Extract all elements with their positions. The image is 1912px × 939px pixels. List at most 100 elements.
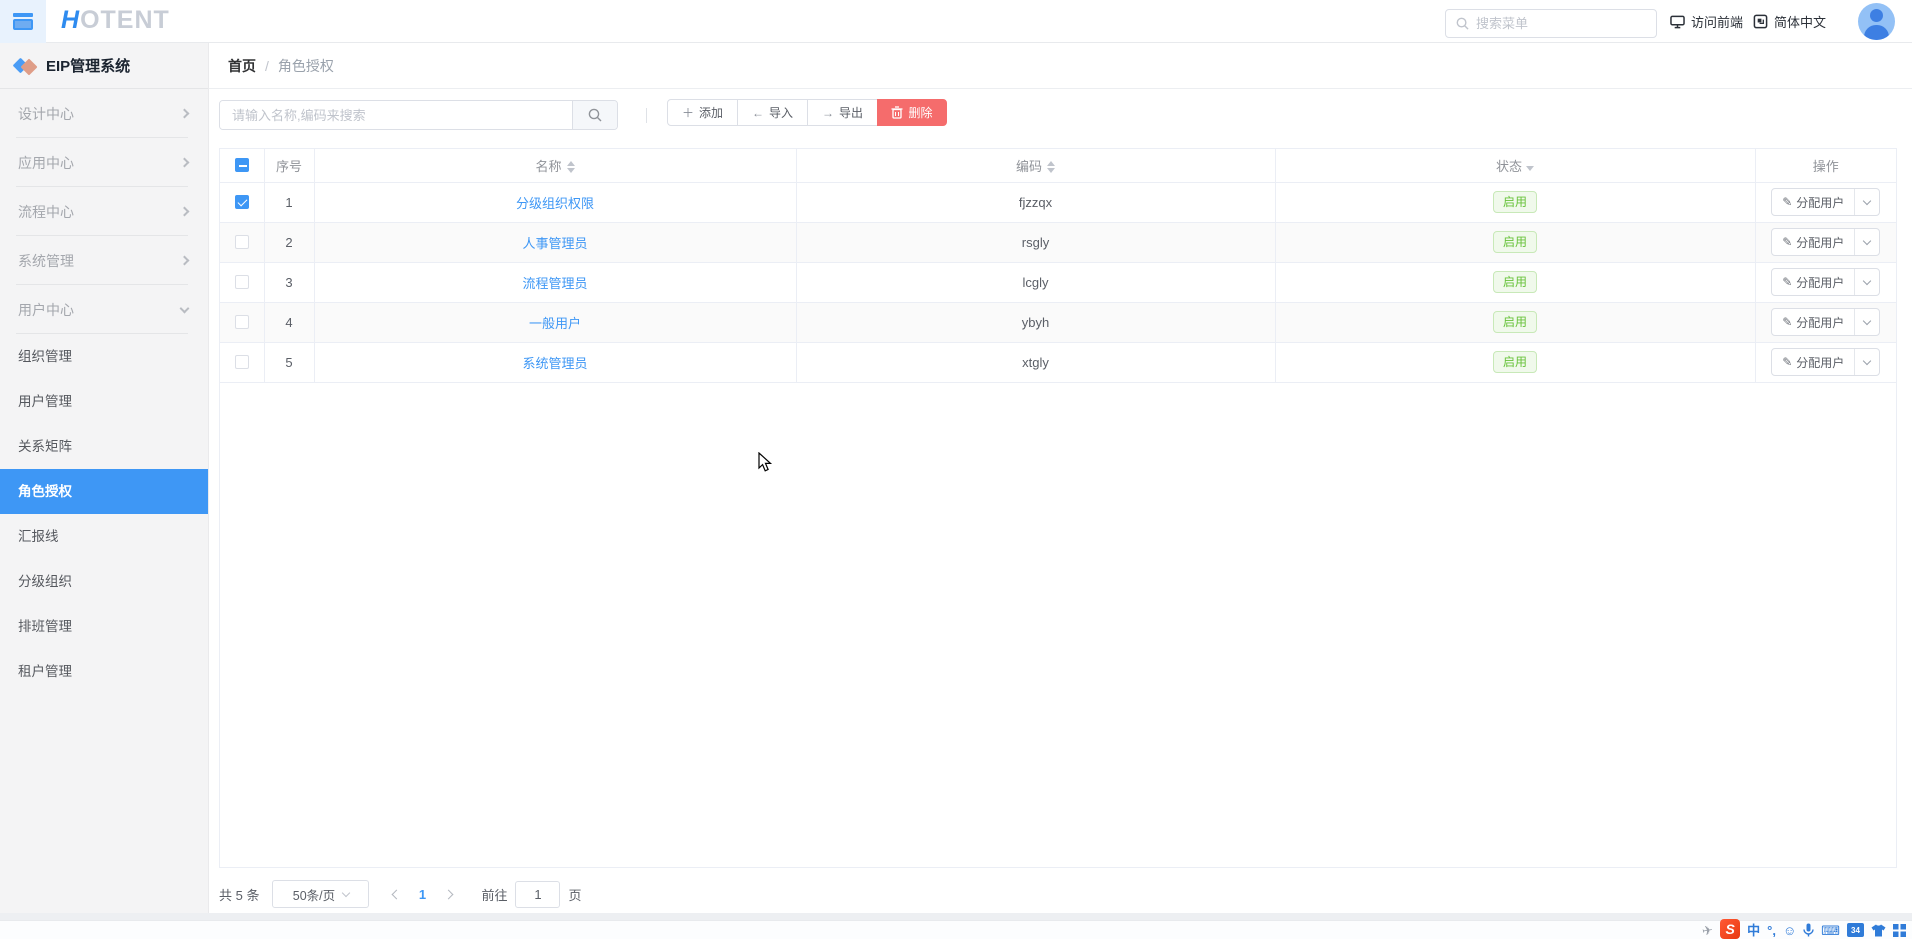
import-button[interactable]: ← 导入 — [737, 99, 808, 126]
next-page-button[interactable] — [435, 880, 461, 908]
table-row[interactable]: 3 流程管理员 lcgly 启用 ✎分配用户 — [220, 262, 1896, 302]
chevron-right-icon — [180, 207, 190, 217]
visit-frontend-label: 访问前端 — [1691, 12, 1743, 31]
assign-user-button[interactable]: ✎分配用户 — [1772, 309, 1854, 335]
assign-user-button[interactable]: ✎分配用户 — [1772, 269, 1854, 295]
sort-carets-icon[interactable] — [567, 161, 575, 173]
sidebar-item-app-center[interactable]: 应用中心 — [0, 138, 208, 187]
action-dropdown-button[interactable] — [1854, 349, 1879, 375]
sidebar-item-relation-matrix[interactable]: 关系矩阵 — [0, 424, 208, 469]
visit-frontend-button[interactable]: 访问前端 — [1670, 0, 1743, 43]
microphone-icon[interactable] — [1803, 923, 1814, 937]
breadcrumb-separator: / — [265, 58, 269, 74]
delete-button-label: 删除 — [908, 104, 932, 121]
punctuation-icon[interactable]: °, — [1767, 924, 1776, 937]
sidebar-item-label: 流程中心 — [18, 202, 74, 222]
page-size-value: 50条/页 — [293, 885, 335, 904]
status-badge: 启用 — [1493, 351, 1537, 373]
sidebar-item-shift-manage[interactable]: 排班管理 — [0, 604, 208, 649]
assign-user-split-button: ✎分配用户 — [1771, 308, 1880, 336]
add-button-label: 添加 — [699, 104, 723, 121]
column-header-code[interactable]: 编码 — [796, 149, 1275, 182]
avatar-body-shape — [1864, 25, 1889, 40]
column-header-index: 序号 — [264, 149, 314, 182]
toolbox-icon[interactable]: 34 — [1847, 923, 1864, 937]
sidebar-item-system-manage[interactable]: 系统管理 — [0, 236, 208, 285]
row-checkbox[interactable] — [235, 275, 249, 289]
keyboard-icon[interactable]: ⌨ — [1821, 924, 1840, 937]
collapse-menu-button[interactable] — [0, 0, 46, 43]
table-row[interactable]: 1 分级组织权限 fjzzqx 启用 ✎分配用户 — [220, 182, 1896, 222]
apps-grid-icon[interactable] — [1893, 924, 1906, 937]
page-size-select[interactable]: 50条/页 — [272, 880, 369, 908]
skin-icon[interactable] — [1871, 924, 1886, 937]
sidebar-item-user-center[interactable]: 用户中心 — [0, 285, 208, 334]
assign-user-button[interactable]: ✎分配用户 — [1772, 189, 1854, 215]
search-button[interactable] — [572, 101, 617, 129]
sidebar-item-label: 系统管理 — [18, 251, 74, 271]
row-checkbox[interactable] — [235, 355, 249, 369]
roles-table: 序号 名称 编码 状态 操作 1 分级组织权限 fjzzqx 启用 ✎分配用户 — [219, 148, 1897, 868]
sidebar-item-tenant-manage[interactable]: 租户管理 — [0, 649, 208, 694]
goto-page-input[interactable] — [515, 881, 560, 908]
sidebar-item-hierarchy-org[interactable]: 分级组织 — [0, 559, 208, 604]
action-dropdown-button[interactable] — [1854, 269, 1879, 295]
code-cell: ybyh — [796, 302, 1275, 342]
table-search-input[interactable] — [220, 101, 572, 129]
row-checkbox[interactable] — [235, 315, 249, 329]
column-header-name[interactable]: 名称 — [314, 149, 796, 182]
action-dropdown-button[interactable] — [1854, 189, 1879, 215]
role-name-link[interactable]: 一般用户 — [529, 316, 581, 331]
search-icon — [588, 108, 602, 122]
row-checkbox[interactable] — [235, 195, 249, 209]
sidebar-item-design-center[interactable]: 设计中心 — [0, 89, 208, 138]
table-row[interactable]: 5 系统管理员 xtgly 启用 ✎分配用户 — [220, 342, 1896, 382]
role-name-link[interactable]: 分级组织权限 — [516, 196, 594, 211]
sidebar-item-org-manage[interactable]: 组织管理 — [0, 334, 208, 379]
action-dropdown-button[interactable] — [1854, 229, 1879, 255]
language-label: 简体中文 — [1774, 12, 1826, 31]
menu-search-input[interactable] — [1476, 16, 1656, 31]
select-all-checkbox[interactable] — [235, 158, 249, 172]
add-button[interactable]: ＋ 添加 — [667, 99, 738, 126]
toolbar-button-group: ＋ 添加 ← 导入 → 导出 删除 — [667, 99, 947, 126]
taskbar: ✈ S 中 °, ☺ ⌨ 34 — [0, 920, 1912, 939]
language-switch-button[interactable]: 简体中文 — [1753, 0, 1826, 43]
export-button[interactable]: → 导出 — [807, 99, 878, 126]
chinese-mode-icon[interactable]: 中 — [1747, 924, 1760, 937]
assign-user-button[interactable]: ✎分配用户 — [1772, 229, 1854, 255]
sidebar-item-flow-center[interactable]: 流程中心 — [0, 187, 208, 236]
sidebar-item-user-manage[interactable]: 用户管理 — [0, 379, 208, 424]
status-badge: 启用 — [1493, 231, 1537, 253]
launcher-icon[interactable]: ✈ — [1701, 923, 1714, 938]
edit-pen-icon: ✎ — [1782, 235, 1792, 249]
sidebar-item-role-auth[interactable]: 角色授权 — [0, 469, 208, 514]
prev-page-button[interactable] — [383, 880, 409, 908]
table-row[interactable]: 2 人事管理员 rsgly 启用 ✎分配用户 — [220, 222, 1896, 262]
status-badge: 启用 — [1493, 191, 1537, 213]
edit-pen-icon: ✎ — [1782, 315, 1792, 329]
action-dropdown-button[interactable] — [1854, 309, 1879, 335]
role-name-link[interactable]: 人事管理员 — [522, 236, 587, 251]
assign-user-button[interactable]: ✎分配用户 — [1772, 349, 1854, 375]
edit-pen-icon: ✎ — [1782, 195, 1792, 209]
window-menu-icon — [13, 13, 33, 30]
emoji-icon[interactable]: ☺ — [1783, 924, 1796, 937]
breadcrumb-home-link[interactable]: 首页 — [228, 56, 256, 76]
row-checkbox[interactable] — [235, 235, 249, 249]
sogou-logo-icon[interactable]: S — [1720, 919, 1740, 939]
sidebar-item-label: 应用中心 — [18, 153, 74, 173]
role-name-link[interactable]: 流程管理员 — [522, 276, 587, 291]
current-page-number[interactable]: 1 — [409, 887, 435, 902]
hotent-logo[interactable]: HOTENT — [61, 6, 170, 35]
table-row[interactable]: 4 一般用户 ybyh 启用 ✎分配用户 — [220, 302, 1896, 342]
avatar[interactable] — [1858, 3, 1895, 40]
arrow-left-icon: ← — [752, 106, 764, 120]
sidebar-item-report-line[interactable]: 汇报线 — [0, 514, 208, 559]
table-search-box — [219, 100, 618, 130]
delete-button[interactable]: 删除 — [877, 99, 947, 126]
sort-carets-icon[interactable] — [1047, 161, 1055, 173]
filter-caret-icon[interactable] — [1526, 166, 1534, 171]
role-name-link[interactable]: 系统管理员 — [522, 356, 587, 371]
trash-icon — [891, 106, 903, 119]
